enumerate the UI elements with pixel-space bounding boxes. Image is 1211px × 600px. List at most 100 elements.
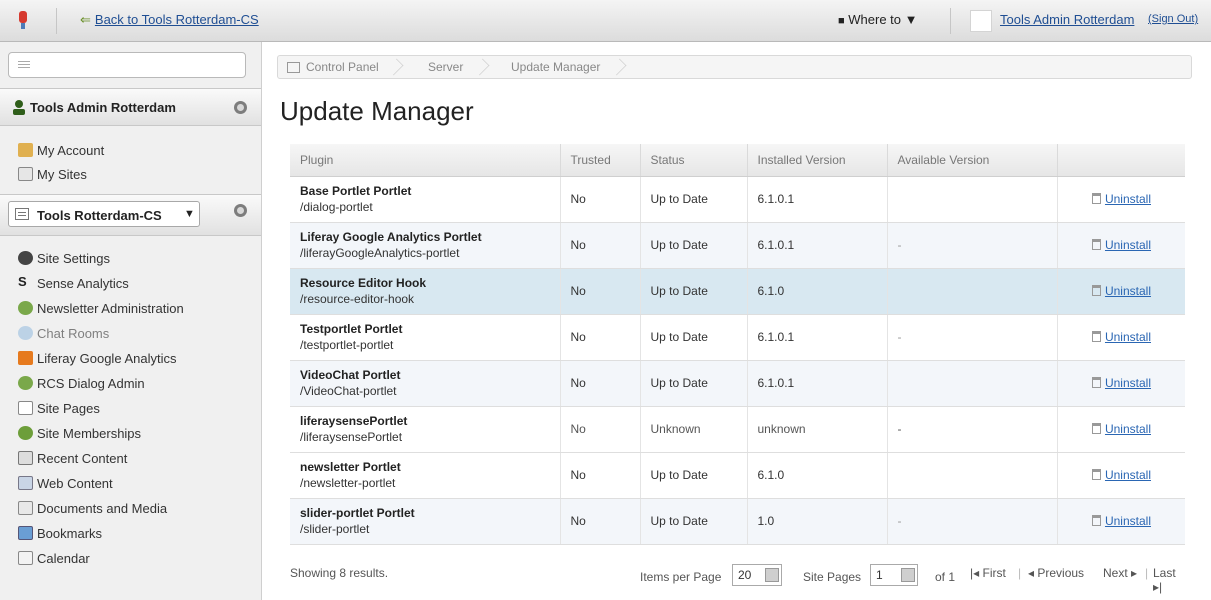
- uninstall-link[interactable]: Uninstall: [1091, 284, 1151, 298]
- sidebar-item-label: Site Pages: [37, 401, 100, 416]
- trusted-cell: No: [560, 406, 641, 453]
- sidebar-item-label: Chat Rooms: [37, 326, 110, 341]
- items-per-page-value: 20: [738, 568, 752, 582]
- uninstall-link[interactable]: Uninstall: [1091, 238, 1151, 252]
- results-count: Showing 8 results.: [290, 566, 389, 580]
- page-select[interactable]: 1: [870, 564, 918, 586]
- status-cell: Up to Date: [640, 176, 748, 223]
- webcontent-icon: [18, 476, 33, 490]
- sidebar-item-label: Liferay Google Analytics: [37, 351, 177, 366]
- uninstall-link[interactable]: Uninstall: [1091, 330, 1151, 344]
- sign-out-link[interactable]: (Sign Out): [1148, 13, 1198, 25]
- available-version-cell: -: [887, 314, 1058, 361]
- column-header-actions: [1057, 144, 1185, 177]
- collapse-toggle-icon[interactable]: [234, 204, 247, 217]
- site-icon: [15, 208, 29, 220]
- table-header-row: Plugin Trusted Status Installed Version …: [290, 144, 1185, 177]
- column-header-status: Status: [640, 144, 748, 177]
- plugin-name: newsletter Portlet: [300, 460, 401, 474]
- previous-page-link[interactable]: ◂ Previous: [1028, 566, 1084, 580]
- back-arrow-icon: ⇐: [80, 12, 91, 27]
- uninstall-link[interactable]: Uninstall: [1091, 192, 1151, 206]
- user-panel-header[interactable]: Tools Admin Rotterdam: [0, 88, 261, 126]
- last-page-link[interactable]: Last ▸|: [1153, 566, 1185, 594]
- avatar[interactable]: [970, 10, 992, 32]
- column-header-available-version: Available Version: [887, 144, 1058, 177]
- status-cell: Up to Date: [640, 314, 748, 361]
- status-cell: Up to Date: [640, 498, 748, 545]
- site-selector[interactable]: Tools Rotterdam-CS ▼: [8, 201, 200, 227]
- uninstall-link[interactable]: Uninstall: [1091, 422, 1151, 436]
- dropdown-arrow-icon: [901, 568, 915, 582]
- plugin-cell: slider-portlet Portlet/slider-portlet: [290, 498, 561, 545]
- available-version-cell: -: [887, 498, 1058, 545]
- action-cell: Uninstall: [1057, 452, 1185, 499]
- account-icon: [18, 143, 33, 157]
- column-header-plugin: Plugin: [290, 144, 561, 177]
- liferay-logo-icon[interactable]: [16, 10, 30, 30]
- where-to-menu[interactable]: ■ Where to ▼: [838, 12, 918, 27]
- table-row: newsletter Portlet/newsletter-portlet No U…: [290, 452, 1185, 499]
- site-selector-label: Tools Rotterdam-CS: [37, 208, 162, 223]
- pager-divider: |: [1145, 566, 1149, 580]
- breadcrumb-server[interactable]: Server: [428, 60, 463, 74]
- trash-icon: [1091, 193, 1101, 204]
- uninstall-link[interactable]: Uninstall: [1091, 514, 1151, 528]
- uninstall-link[interactable]: Uninstall: [1091, 376, 1151, 390]
- plugin-name: liferaysensePortlet: [300, 414, 408, 428]
- chevron-down-icon: ▼: [184, 208, 195, 220]
- available-version-cell: -: [887, 406, 1058, 453]
- back-to-site-link[interactable]: ⇐ Back to Tools Rotterdam-CS: [80, 12, 259, 28]
- trash-icon: [1091, 515, 1101, 526]
- pages-icon: [18, 401, 33, 415]
- dialog-icon: [18, 376, 33, 390]
- status-cell: Up to Date: [640, 222, 748, 269]
- recent-icon: [18, 451, 33, 465]
- installed-version-cell: 6.1.0.1: [747, 222, 888, 269]
- plugin-path: /liferayGoogleAnalytics-portlet: [300, 246, 460, 260]
- uninstall-label: Uninstall: [1104, 514, 1151, 528]
- previous-label: Previous: [1037, 566, 1085, 580]
- first-page-link[interactable]: |◂ First: [970, 566, 1006, 580]
- sidebar-item-label: Site Memberships: [37, 426, 142, 441]
- breadcrumb: Control Panel Server Update Manager: [277, 55, 1192, 79]
- sites-icon: [18, 167, 33, 181]
- trusted-cell: No: [560, 498, 641, 545]
- trash-icon: [1091, 285, 1101, 296]
- uninstall-label: Uninstall: [1104, 192, 1151, 206]
- available-version-cell: -: [887, 222, 1058, 269]
- breadcrumb-control-panel[interactable]: Control Panel: [306, 60, 379, 74]
- plugin-name: slider-portlet Portlet: [300, 506, 415, 520]
- breadcrumb-separator: [609, 58, 627, 76]
- breadcrumb-update-manager[interactable]: Update Manager: [511, 60, 600, 74]
- table-row: Resource Editor Hook/resource-editor-hoo…: [290, 268, 1185, 315]
- sidebar-item-label: Newsletter Administration: [37, 301, 184, 316]
- trash-icon: [1091, 469, 1101, 480]
- user-name-link[interactable]: Tools Admin Rotterdam: [1000, 12, 1134, 27]
- control-panel-icon: [287, 62, 300, 73]
- last-icon: ▸|: [1153, 580, 1163, 594]
- installed-version-cell: 6.1.0.1: [747, 360, 888, 407]
- plugin-path: /dialog-portlet: [300, 200, 373, 214]
- page-of-total: of 1: [935, 570, 956, 584]
- action-cell: Uninstall: [1057, 268, 1185, 315]
- search-input[interactable]: [8, 52, 246, 78]
- items-per-page-select[interactable]: 20: [732, 564, 782, 586]
- collapse-toggle-icon[interactable]: [234, 101, 247, 114]
- trash-icon: [1091, 331, 1101, 342]
- next-label: Next: [1103, 566, 1128, 580]
- next-page-link[interactable]: Next ▸: [1103, 566, 1137, 580]
- installed-version-cell: 6.1.0: [747, 452, 888, 499]
- plugin-name: Testportlet Portlet: [300, 322, 403, 336]
- uninstall-link[interactable]: Uninstall: [1091, 468, 1151, 482]
- table-row: Testportlet Portlet/testportlet-portlet N…: [290, 314, 1185, 361]
- status-cell: Up to Date: [640, 268, 748, 315]
- plugin-path: /resource-editor-hook: [300, 292, 415, 306]
- uninstall-label: Uninstall: [1104, 284, 1151, 298]
- plugin-path: /VideoChat-portlet: [300, 384, 397, 398]
- status-cell: Up to Date: [640, 360, 748, 407]
- plugin-cell: Liferay Google Analytics Portlet/liferay…: [290, 222, 561, 269]
- calendar-icon: [18, 551, 33, 565]
- plugin-name: Resource Editor Hook: [300, 276, 427, 290]
- newsletter-icon: [18, 301, 33, 315]
